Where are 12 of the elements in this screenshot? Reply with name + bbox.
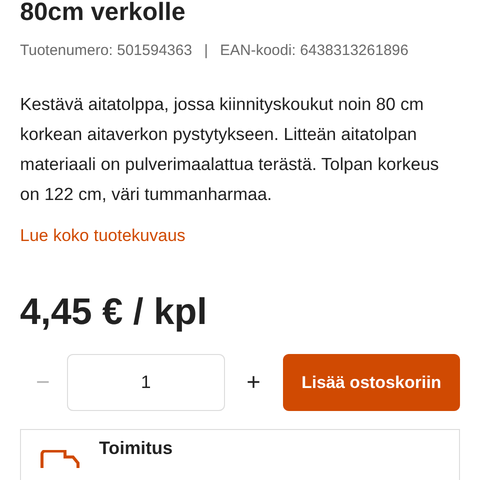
truck-icon [40,450,80,470]
price: 4,45 € / kpl [20,290,208,334]
read-more-link[interactable]: Lue koko tuotekuvaus [20,222,460,248]
product-number: Tuotenumero: 501594363 [20,41,192,61]
product-description: Kestävä aitatolppa, jossa kiinnityskoukut noin 80 cm korkean aitaverkon pystytykseen. Litteän aitatolpan materiaali on pulverimaalattua terästä. Tolpan korkeus on 122 cm, väri tummanharmaa. [20,92,440,206]
product-title: 80cm verkolle [20,0,186,26]
quantity-field[interactable]: 1 [66,354,226,411]
separator: | [204,41,208,61]
increment-button[interactable]: + [225,364,282,400]
add-to-cart-button[interactable]: Lisää ostoskoriin [282,354,460,411]
delivery-title: Toimitus [99,438,173,458]
ean-code: EAN-koodi: 6438313261896 [220,41,408,61]
